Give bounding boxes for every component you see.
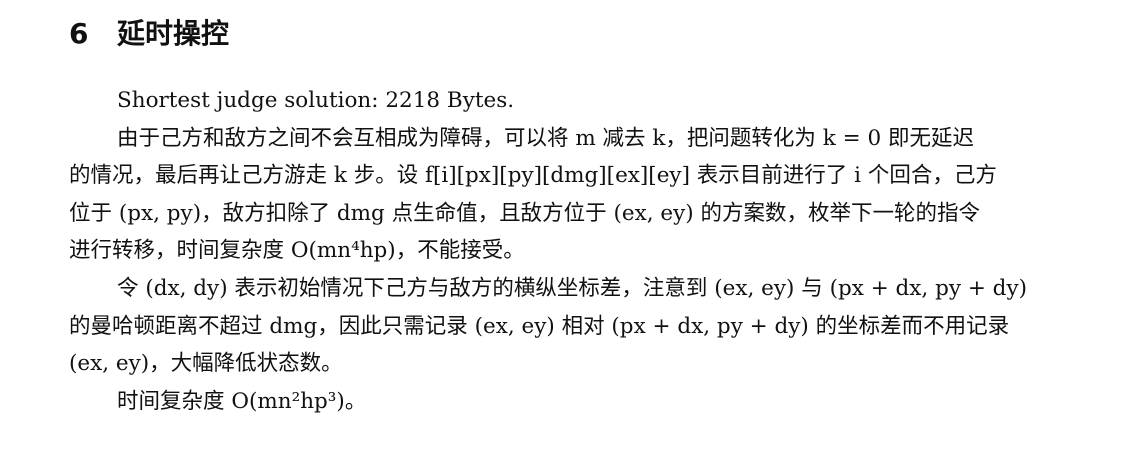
paragraph-line-7: 的曼哈顿距离不超过 dmg，因此只需记录 (ex, ey) 相对 (px + d…: [69, 314, 1010, 339]
section-heading: 6 延时操控: [69, 14, 229, 54]
paragraph-line-4: 位于 (px, py)，敌方扣除了 dmg 点生命值，且敌方位于 (ex, ey…: [69, 201, 980, 226]
section-title: 延时操控: [117, 17, 230, 50]
paragraph-line-6: 令 (dx, dy) 表示初始情况下己方与敌方的横纵坐标差，注意到 (ex, e…: [117, 276, 1027, 301]
paragraph-line-8: (ex, ey)，大幅降低状态数。: [69, 351, 343, 376]
paragraph-line-9: 时间复杂度 O(mn²hp³)。: [117, 389, 367, 414]
paragraph-line-1: Shortest judge solution: 2218 Bytes.: [117, 88, 515, 113]
paragraph-line-5: 进行转移，时间复杂度 O(mn⁴hp)，不能接受。: [69, 238, 525, 263]
paragraph-line-2: 由于己方和敌方之间不会互相成为障碍，可以将 m 减去 k，把问题转化为 k = …: [117, 126, 974, 151]
paragraph-line-3: 的情况，最后再让己方游走 k 步。设 f[i][px][py][dmg][ex]…: [69, 163, 997, 188]
section-number: 6: [69, 17, 89, 50]
